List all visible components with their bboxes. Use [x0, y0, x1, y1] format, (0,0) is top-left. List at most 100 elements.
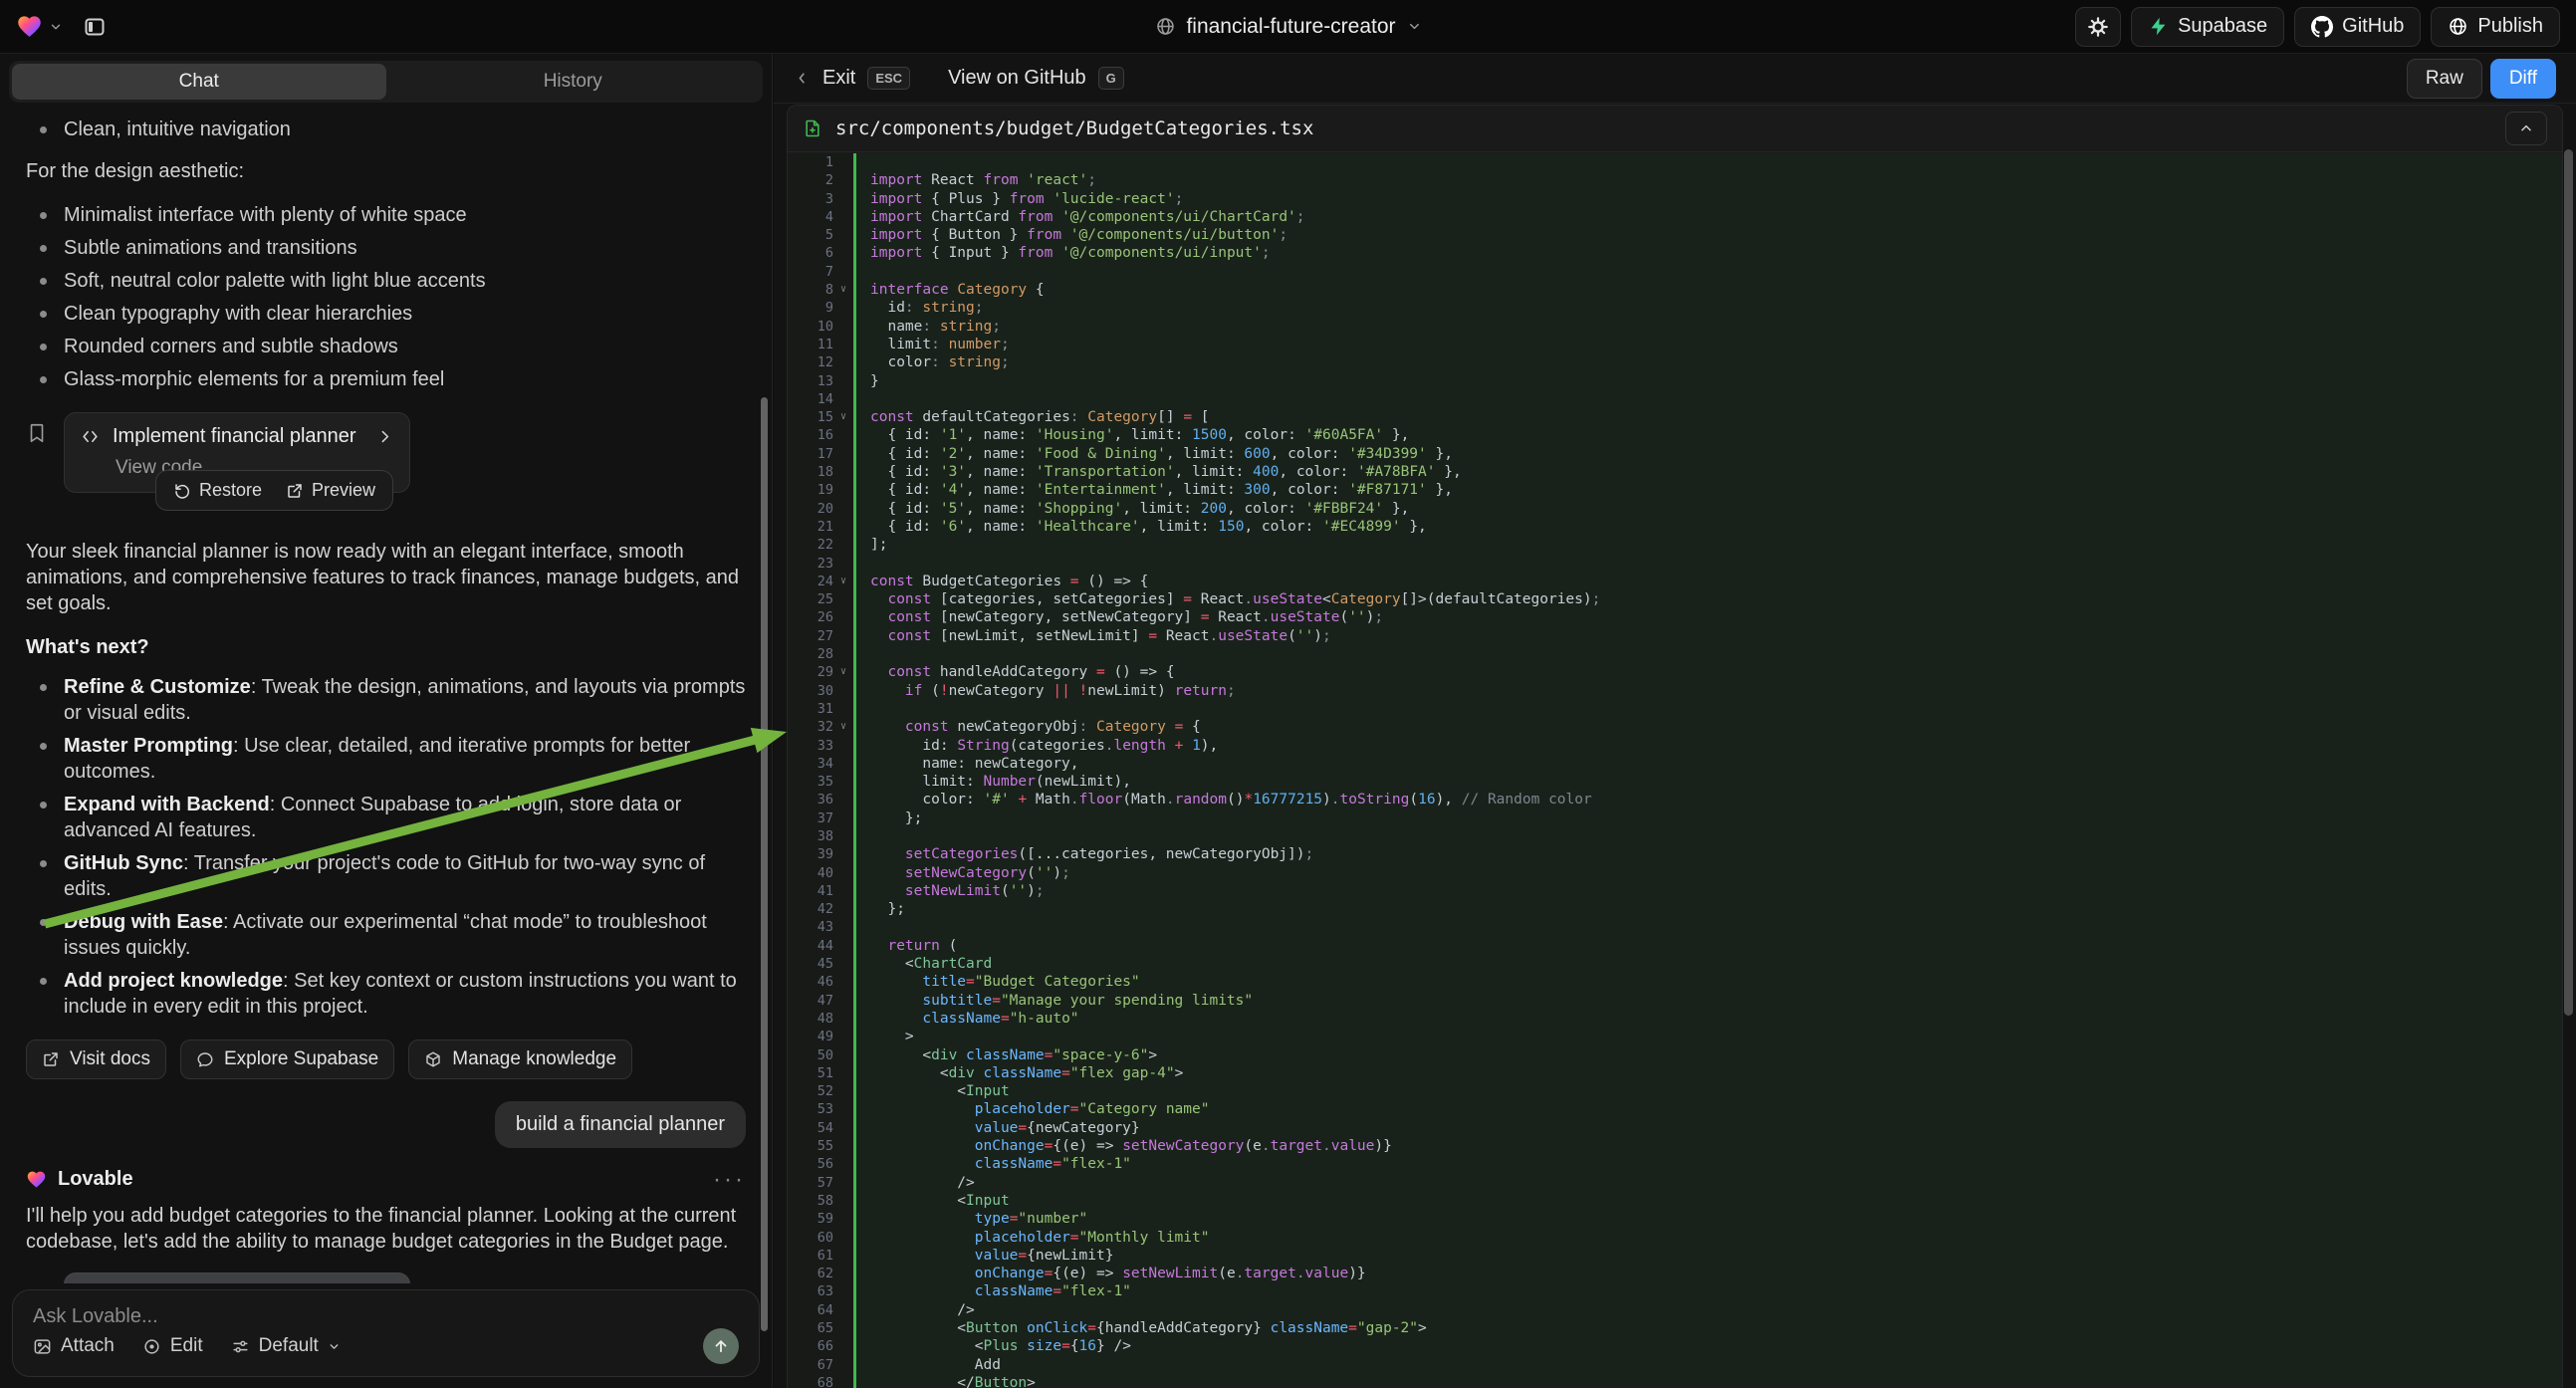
code-panel: Exit ESC View on GitHub G Raw Diff src/c…	[774, 54, 2576, 1388]
github-button[interactable]: GitHub	[2294, 7, 2421, 47]
code-header: Exit ESC View on GitHub G Raw Diff	[774, 54, 2576, 104]
external-link-icon	[42, 1050, 60, 1068]
list-item: Clean typography with clear hierarchies	[26, 301, 746, 327]
code-line: 24∨const BudgetCategories = () => {	[788, 573, 2562, 590]
code-line: 57 />	[788, 1174, 2562, 1192]
code-line: 20 { id: '5', name: 'Shopping', limit: 2…	[788, 500, 2562, 518]
tab-history[interactable]: History	[386, 64, 761, 100]
exit-button[interactable]: Exit ESC	[794, 67, 910, 90]
preview-button[interactable]: Preview	[286, 480, 375, 501]
bullet-dot	[40, 802, 47, 809]
tab-chat[interactable]: Chat	[12, 64, 386, 100]
version-card-add-budget-categories[interactable]: Add budget categories View code	[64, 1272, 410, 1283]
code-line: 49 >	[788, 1028, 2562, 1045]
external-link-icon	[286, 482, 304, 500]
bullet-dot	[40, 919, 47, 926]
version-card-row: Implement financial planner View code Re…	[26, 412, 746, 493]
bullet-dot	[40, 245, 47, 252]
code-line: 63 className="flex-1"	[788, 1282, 2562, 1300]
publish-button[interactable]: Publish	[2431, 7, 2560, 47]
code-line: 25 const [categories, setCategories] = R…	[788, 590, 2562, 608]
fold-toggle-icon[interactable]: ∨	[833, 718, 853, 736]
project-switcher[interactable]: financial-future-creator	[1154, 15, 1421, 39]
manage-knowledge-button[interactable]: Manage knowledge	[408, 1040, 632, 1079]
lovable-logo-menu[interactable]	[16, 13, 63, 40]
code-line: 19 { id: '4', name: 'Entertainment', lim…	[788, 481, 2562, 499]
list-item: Expand with Backend: Connect Supabase to…	[26, 792, 746, 843]
file-header[interactable]: src/components/budget/BudgetCategories.t…	[788, 106, 2562, 152]
settings-button[interactable]	[2075, 7, 2121, 47]
code-line: 65 <Button onClick={handleAddCategory} c…	[788, 1319, 2562, 1337]
fold-toggle-icon[interactable]: ∨	[833, 573, 853, 590]
chat-scrollbar-thumb[interactable]	[761, 397, 768, 1331]
publish-globe-icon	[2448, 16, 2468, 37]
code-line: 18 { id: '3', name: 'Transportation', li…	[788, 463, 2562, 481]
code-line: 61 value={newLimit}	[788, 1247, 2562, 1265]
code-line: 8∨interface Category {	[788, 281, 2562, 299]
toggle-sidebar-button[interactable]	[73, 8, 117, 46]
code-line: 41 setNewLimit('');	[788, 882, 2562, 900]
chevron-down-icon	[49, 20, 63, 34]
code-editor[interactable]: 12import React from 'react';3import { Pl…	[788, 152, 2562, 1388]
assistant-header: Lovable ···	[26, 1168, 746, 1191]
code-line: 3import { Plus } from 'lucide-react';	[788, 190, 2562, 208]
chevron-up-icon	[2518, 120, 2534, 136]
target-icon	[142, 1337, 161, 1356]
chat-input[interactable]: Ask Lovable...	[33, 1305, 739, 1328]
user-message-row: build a financial planner	[26, 1101, 746, 1148]
next-steps-list: Refine & Customize: Tweak the design, an…	[26, 674, 746, 1020]
edit-button[interactable]: Edit	[142, 1335, 203, 1357]
fold-toggle-icon[interactable]: ∨	[833, 663, 853, 681]
view-on-github-button[interactable]: View on GitHub G	[948, 67, 1124, 90]
bookmark-icon[interactable]	[26, 422, 48, 444]
code-line: 64 />	[788, 1301, 2562, 1319]
visit-docs-button[interactable]: Visit docs	[26, 1040, 166, 1079]
code-line: 15∨const defaultCategories: Category[] =…	[788, 408, 2562, 426]
design-bullet-list: Minimalist interface with plenty of whit…	[26, 202, 746, 392]
lovable-app: financial-future-creator Supabase GitHub…	[0, 0, 2576, 1388]
bullet-dot	[40, 860, 47, 867]
mode-select[interactable]: Default	[231, 1335, 341, 1357]
chat-composer[interactable]: Ask Lovable... Attach Edit Default	[12, 1289, 760, 1377]
user-message: build a financial planner	[495, 1101, 746, 1148]
code-line: 28	[788, 645, 2562, 663]
raw-toggle[interactable]: Raw	[2407, 59, 2482, 99]
code-line: 55 onChange={(e) => setNewCategory(e.tar…	[788, 1137, 2562, 1155]
code-line: 45 <ChartCard	[788, 955, 2562, 973]
quick-actions: Visit docs Explore Supabase Manage knowl…	[26, 1040, 746, 1079]
code-line: 39 setCategories([...categories, newCate…	[788, 845, 2562, 863]
list-item: Rounded corners and subtle shadows	[26, 334, 746, 359]
list-item: Subtle animations and transitions	[26, 235, 746, 261]
code-line: 21 { id: '6', name: 'Healthcare', limit:…	[788, 518, 2562, 536]
fold-toggle-icon[interactable]: ∨	[833, 281, 853, 299]
supabase-button[interactable]: Supabase	[2131, 7, 2284, 47]
fold-toggle-icon[interactable]: ∨	[833, 408, 853, 426]
code-line: 17 { id: '2', name: 'Food & Dining', lim…	[788, 445, 2562, 463]
diff-toggle[interactable]: Diff	[2490, 59, 2556, 99]
code-line: 53 placeholder="Category name"	[788, 1100, 2562, 1118]
list-item: Minimalist interface with plenty of whit…	[26, 202, 746, 228]
project-title: financial-future-creator	[1186, 15, 1395, 39]
list-item: Soft, neutral color palette with light b…	[26, 268, 746, 294]
bookmark-icon[interactable]	[26, 1282, 48, 1283]
code-line: 36 color: '#' + Math.floor(Math.random()…	[788, 791, 2562, 809]
code-line: 38	[788, 827, 2562, 845]
list-item: Debug with Ease: Activate our experiment…	[26, 909, 746, 961]
code-line: 12 color: string;	[788, 353, 2562, 371]
assistant-text: I'll help you add budget categories to t…	[26, 1203, 746, 1255]
attach-button[interactable]: Attach	[33, 1335, 115, 1357]
explore-supabase-button[interactable]: Explore Supabase	[180, 1040, 394, 1079]
list-item: Clean, intuitive navigation	[26, 116, 746, 142]
image-icon	[33, 1337, 52, 1356]
chat-messages[interactable]: Clean, intuitive navigation For the desi…	[0, 109, 772, 1283]
message-menu-button[interactable]: ···	[713, 1175, 746, 1185]
send-button[interactable]	[703, 1328, 739, 1364]
bullet-dot	[40, 311, 47, 318]
code-line: 46 title="Budget Categories"	[788, 973, 2562, 991]
collapse-file-button[interactable]	[2505, 112, 2547, 145]
code-line: 6import { Input } from '@/components/ui/…	[788, 244, 2562, 262]
assistant-text: For the design aesthetic:	[26, 158, 746, 184]
code-scrollbar-thumb[interactable]	[2564, 149, 2573, 1016]
restore-button[interactable]: Restore	[173, 480, 262, 501]
bullet-dot	[40, 743, 47, 750]
